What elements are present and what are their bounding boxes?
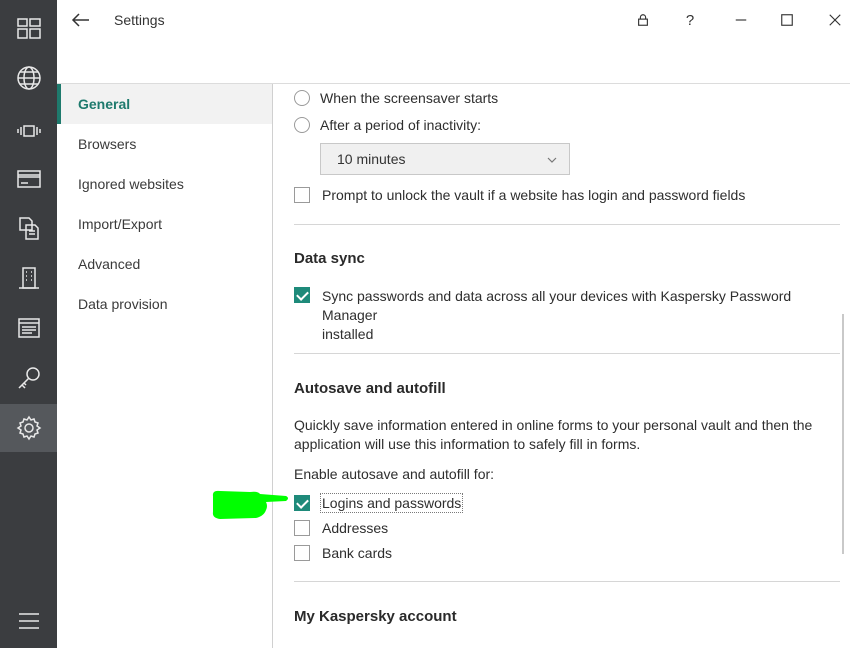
prompt-unlock-row[interactable]: Prompt to unlock the vault if a website … <box>294 187 745 203</box>
dashboard-icon[interactable] <box>0 4 57 52</box>
credit-card-icon[interactable] <box>0 155 57 203</box>
radio-screensaver-label: When the screensaver starts <box>320 90 499 106</box>
sync-label-line1: Sync passwords and data across all your … <box>322 288 792 323</box>
autosave-description-line1: Quickly save information entered in onli… <box>294 417 813 433</box>
radio-screensaver[interactable] <box>294 90 310 106</box>
bank-cards-checkbox[interactable] <box>294 545 310 561</box>
section-divider <box>294 581 840 582</box>
sync-label-line2: installed <box>322 326 374 342</box>
account-heading: My Kaspersky account <box>294 608 457 625</box>
minimize-icon[interactable] <box>729 8 753 32</box>
inactivity-period-value: 10 minutes <box>337 151 406 167</box>
prompt-unlock-label: Prompt to unlock the vault if a website … <box>322 187 746 203</box>
addresses-checkbox[interactable] <box>294 520 310 536</box>
bank-cards-label: Bank cards <box>322 545 393 561</box>
addresses-label: Addresses <box>322 520 389 536</box>
key-icon[interactable] <box>0 354 57 402</box>
enable-autosave-label: Enable autosave and autofill for: <box>294 466 495 482</box>
radio-row-screensaver[interactable]: When the screensaver starts <box>294 90 498 106</box>
building-icon[interactable] <box>0 254 57 302</box>
lock-icon[interactable] <box>631 8 655 32</box>
nav-item-general[interactable]: General <box>57 84 272 124</box>
vibration-icon[interactable] <box>0 107 57 155</box>
radio-row-inactivity[interactable]: After a period of inactivity: <box>294 117 481 133</box>
autosave-heading: Autosave and autofill <box>294 380 446 397</box>
title-bar: Settings ? <box>57 0 850 40</box>
settings-gear-icon[interactable] <box>0 404 57 452</box>
sync-checkbox[interactable] <box>294 287 310 303</box>
menu-icon[interactable] <box>0 597 57 645</box>
option-logins-row[interactable]: Logins and passwords <box>294 493 464 513</box>
prompt-unlock-checkbox[interactable] <box>294 187 310 203</box>
nav-item-data-provision[interactable]: Data provision <box>57 284 272 324</box>
option-addresses-row[interactable]: Addresses <box>294 520 388 536</box>
radio-inactivity-label: After a period of inactivity: <box>320 117 482 133</box>
autosave-description: Quickly save information entered in onli… <box>294 416 834 454</box>
nav-item-browsers[interactable]: Browsers <box>57 124 272 164</box>
documents-icon[interactable] <box>0 204 57 252</box>
globe-icon[interactable] <box>0 54 57 102</box>
window-title: Settings <box>114 12 165 28</box>
sync-row[interactable]: Sync passwords and data across all your … <box>294 287 850 344</box>
autosave-description-line2: application will use this information to… <box>294 436 641 452</box>
scrollbar-thumb[interactable] <box>842 314 844 554</box>
radio-inactivity[interactable] <box>294 117 310 133</box>
inactivity-period-select[interactable]: 10 minutes <box>320 143 570 175</box>
option-bank-cards-row[interactable]: Bank cards <box>294 545 392 561</box>
help-icon[interactable]: ? <box>678 8 702 32</box>
data-sync-heading: Data sync <box>294 250 365 267</box>
app-icon-rail <box>0 0 57 648</box>
nav-item-advanced[interactable]: Advanced <box>57 244 272 284</box>
sync-label: Sync passwords and data across all your … <box>322 287 850 344</box>
logins-label: Logins and passwords <box>319 493 464 513</box>
settings-content: When the screensaver starts After a peri… <box>274 84 850 648</box>
notes-icon[interactable] <box>0 304 57 352</box>
chevron-down-icon <box>547 157 557 163</box>
close-icon[interactable] <box>823 8 847 32</box>
back-arrow-icon[interactable] <box>69 8 93 32</box>
pointing-hand-marker <box>212 490 288 519</box>
settings-nav: General Browsers Ignored websites Import… <box>57 84 273 648</box>
logins-checkbox[interactable] <box>294 495 310 511</box>
maximize-icon[interactable] <box>775 8 799 32</box>
section-divider <box>294 353 840 354</box>
nav-item-ignored-websites[interactable]: Ignored websites <box>57 164 272 204</box>
section-divider <box>294 224 840 225</box>
nav-item-import-export[interactable]: Import/Export <box>57 204 272 244</box>
